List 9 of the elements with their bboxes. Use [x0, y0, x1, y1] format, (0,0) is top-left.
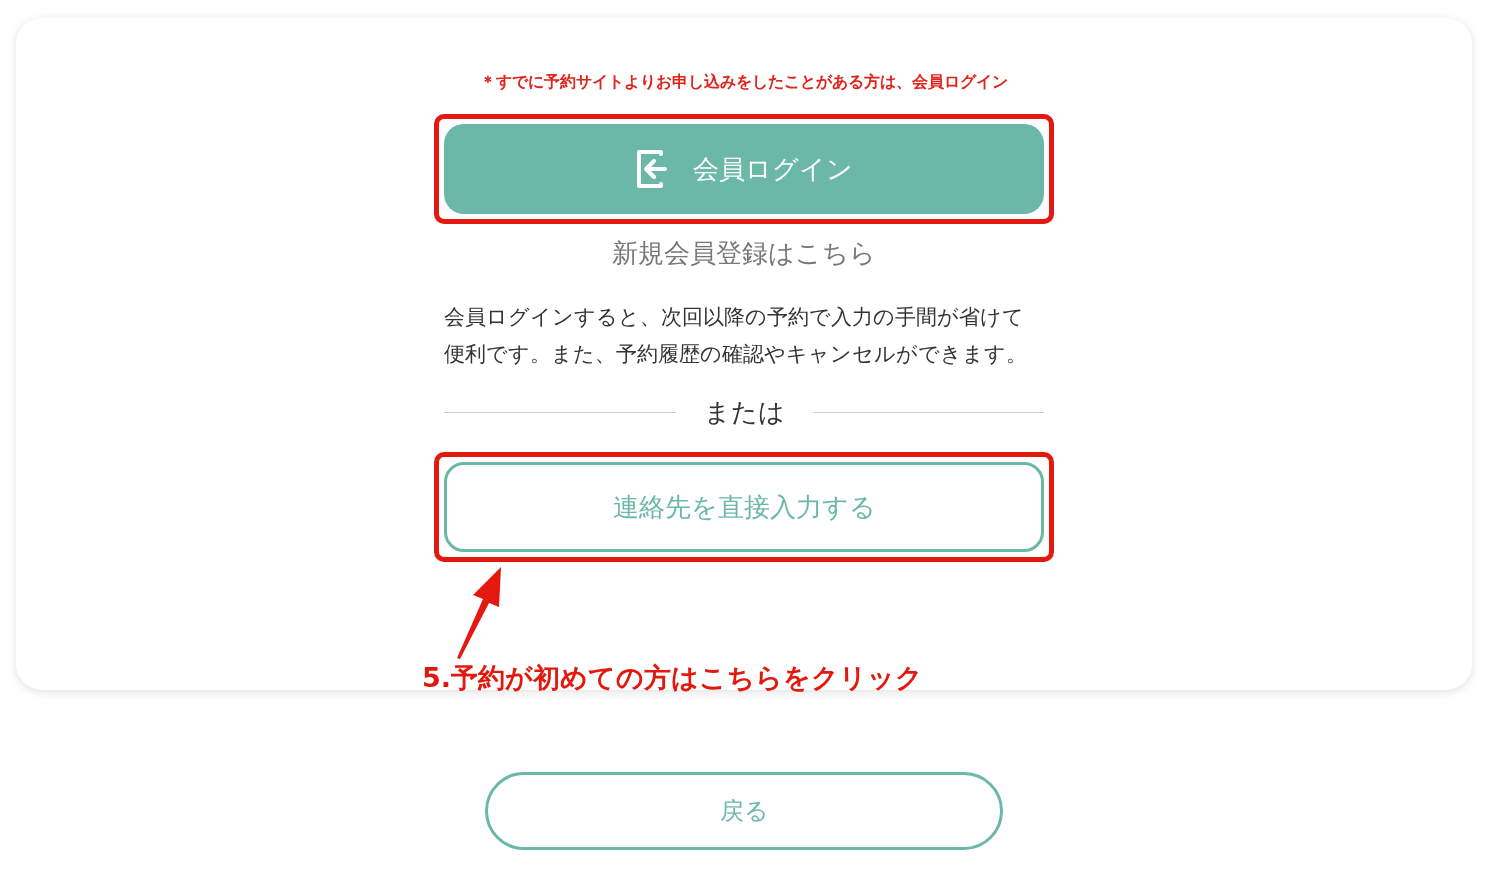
divider-label: または: [703, 396, 785, 429]
description-text: 会員ログインすると、次回以降の予約で入力の手間が省けて便利です。また、予約履歴の確認やキャンセルができます。: [444, 304, 1028, 368]
register-link[interactable]: 新規会員登録はこちら: [612, 236, 876, 271]
notice-text: ＊すでに予約サイトよりお申し込みをしたことがある方は、会員ログイン: [480, 71, 1008, 93]
login-button[interactable]: 会員ログイン: [444, 124, 1044, 214]
back-button[interactable]: 戻る: [485, 772, 1003, 850]
callout-text: 5.予約が初めての方はこちらをクリック: [422, 661, 924, 695]
direct-input-button[interactable]: 連絡先を直接入力する: [444, 462, 1044, 552]
login-label: 会員ログイン: [693, 152, 853, 186]
